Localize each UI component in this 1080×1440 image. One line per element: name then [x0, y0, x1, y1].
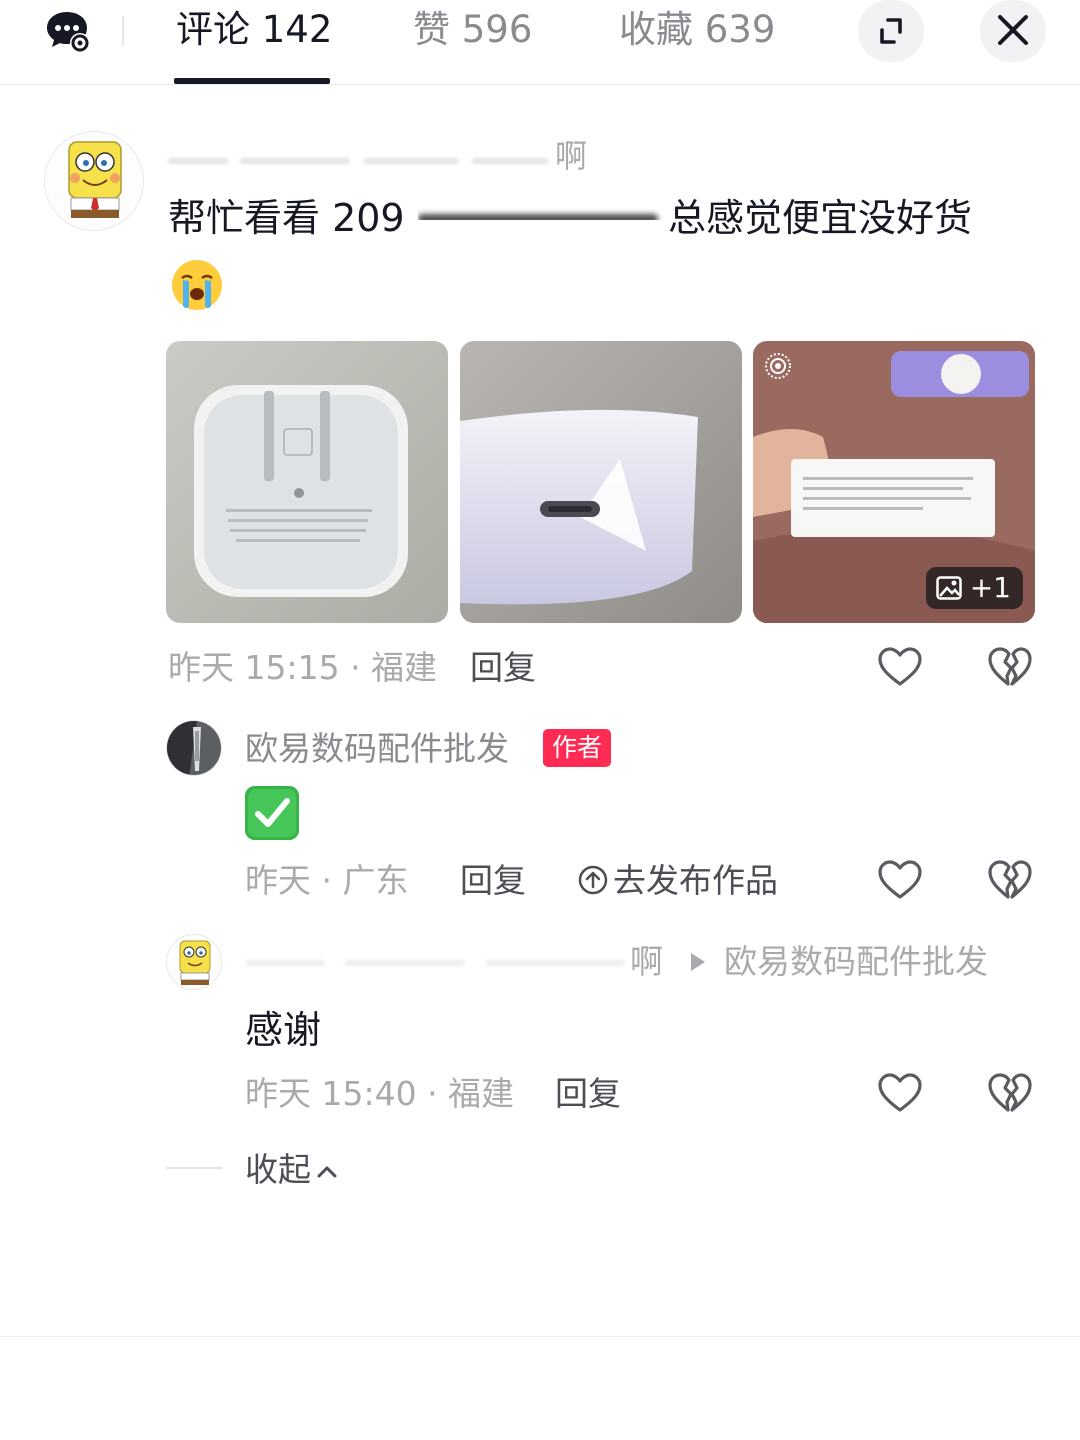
upload-circle-icon: [578, 865, 608, 895]
reply-2-reply-button[interactable]: 回复: [555, 1072, 621, 1116]
comment-image-3[interactable]: +1: [753, 341, 1035, 623]
message-settings-icon[interactable]: [44, 8, 94, 54]
author-avatar[interactable]: [166, 720, 222, 776]
tab-favorites[interactable]: 收藏 639: [619, 6, 775, 54]
close-button[interactable]: [980, 0, 1046, 62]
commenter-avatar[interactable]: [44, 131, 144, 231]
broken-heart-icon: [988, 647, 1032, 686]
header-divider: [122, 16, 124, 46]
bottom-divider: [0, 1336, 1080, 1337]
reply-2-name-blurred[interactable]: [245, 952, 633, 972]
broken-heart-icon: [988, 860, 1032, 899]
check-mark-button-emoji: [245, 786, 299, 840]
heart-icon: [878, 1073, 922, 1112]
comment-text-obscured: [418, 200, 663, 240]
comment-text-start: 帮忙看看 209: [168, 196, 405, 240]
expand-icon: [880, 18, 902, 44]
broken-heart-icon: [988, 1073, 1032, 1112]
reply-2-timestamp: 昨天 15:40 · 福建: [245, 1074, 515, 1113]
heart-icon: [878, 860, 922, 899]
charger-prongs-photo: [166, 341, 448, 623]
active-tab-indicator: [174, 78, 330, 84]
author-name[interactable]: 欧易数码配件批发: [245, 727, 509, 771]
publish-work-button[interactable]: 去发布作品: [577, 859, 778, 903]
chevron-up-icon: [317, 1166, 337, 1178]
close-icon: [998, 15, 1028, 45]
image-gallery-icon: [935, 576, 962, 600]
publish-work-label: 去发布作品: [613, 861, 778, 900]
heart-icon: [878, 647, 922, 686]
more-images-badge[interactable]: +1: [925, 567, 1023, 609]
crying-face-emoji: [170, 258, 224, 312]
reply-2-avatar[interactable]: [166, 934, 222, 990]
author-badge: 作者: [543, 729, 612, 767]
reply-1-timestamp: 昨天 · 广东: [245, 861, 409, 900]
reply-2-name-tail[interactable]: 啊: [630, 940, 663, 984]
reply-1-like-button[interactable]: [876, 857, 924, 905]
comment-timestamp: 昨天 15:15 · 福建: [168, 648, 438, 687]
collapse-divider: [166, 1167, 222, 1169]
dislike-button[interactable]: [986, 644, 1034, 692]
commenter-name-blurred[interactable]: [168, 150, 553, 170]
like-button[interactable]: [876, 644, 924, 692]
comment-panel-header: 评论 142 赞 596 收藏 639: [0, 0, 1080, 85]
reply-button[interactable]: 回复: [470, 646, 536, 690]
comment-text-end: 总感觉便宜没好货: [668, 196, 973, 240]
live-photo-icon: [763, 351, 793, 381]
commenter-name-tail[interactable]: 啊: [555, 131, 587, 177]
comment-image-1[interactable]: [166, 341, 448, 623]
charger-usb-c-port-photo: [460, 341, 742, 623]
reply-1-dislike-button[interactable]: [986, 857, 1034, 905]
more-images-count: +1: [969, 571, 1011, 604]
reply-2-text: 感谢: [245, 1008, 322, 1052]
reply-2-like-button[interactable]: [876, 1070, 924, 1118]
reply-2-target-name[interactable]: 欧易数码配件批发: [724, 940, 988, 984]
reply-to-arrow-icon: [688, 950, 708, 974]
comment-image-2[interactable]: [460, 341, 742, 623]
reply-2-dislike-button[interactable]: [986, 1070, 1034, 1118]
expand-button[interactable]: [858, 0, 924, 62]
tab-comments[interactable]: 评论 142: [176, 6, 332, 54]
reply-1-reply-button[interactable]: 回复: [460, 859, 526, 903]
collapse-label: 收起: [245, 1150, 311, 1189]
tab-likes[interactable]: 赞 596: [413, 6, 532, 54]
collapse-replies-button[interactable]: 收起: [245, 1148, 339, 1192]
